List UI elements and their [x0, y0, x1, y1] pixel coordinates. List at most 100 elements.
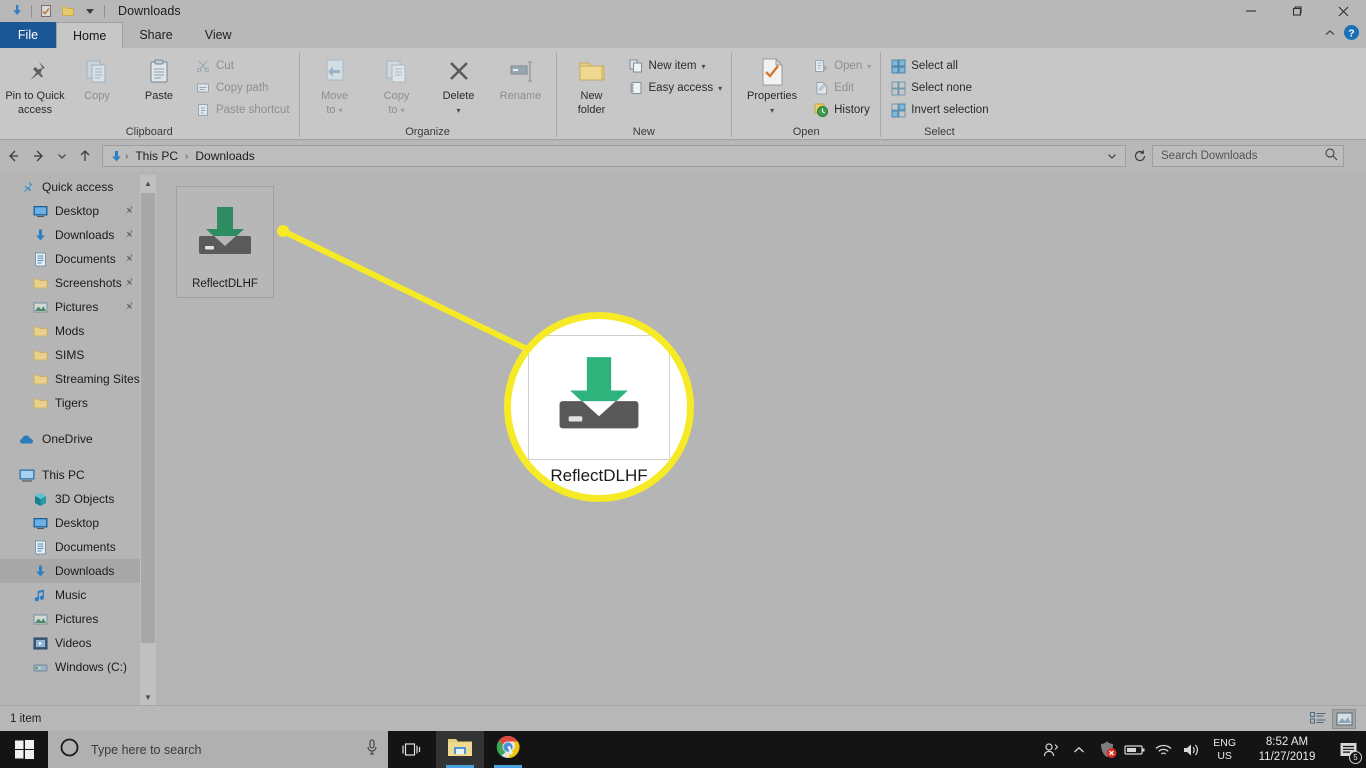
copy-to-button[interactable]: Copy to ▾ — [366, 52, 428, 117]
clock[interactable]: 8:52 AM 11/27/2019 — [1244, 735, 1330, 765]
recent-locations-button[interactable] — [52, 143, 72, 169]
volume-icon[interactable] — [1177, 731, 1205, 768]
copy-to-icon — [382, 56, 412, 88]
pin-icon[interactable] — [123, 300, 134, 314]
chevron-up-icon[interactable] — [1323, 26, 1337, 45]
move-to-icon — [320, 56, 350, 88]
open-button[interactable]: Open ▾ — [808, 55, 876, 77]
navigation-scrollbar[interactable]: ▲ ▼ — [140, 175, 156, 705]
scroll-down-arrow[interactable]: ▼ — [140, 689, 156, 705]
paste-shortcut-button[interactable]: Paste shortcut — [190, 99, 295, 121]
large-icons-view-button[interactable] — [1332, 708, 1356, 729]
people-icon[interactable] — [1037, 731, 1065, 768]
language-line-1: ENG — [1213, 736, 1236, 749]
sidebar-item-streaming-sites[interactable]: Streaming Sites — [0, 367, 140, 391]
qat-customize-chevron-icon[interactable] — [79, 1, 101, 21]
forward-button[interactable] — [26, 143, 52, 169]
wifi-icon[interactable] — [1149, 731, 1177, 768]
search-icon[interactable] — [1324, 147, 1338, 166]
sidebar-item-pictures[interactable]: Pictures — [0, 295, 140, 319]
sidebar-item-pictures[interactable]: Pictures — [0, 607, 140, 631]
minimize-button[interactable] — [1228, 0, 1274, 22]
task-view-icon[interactable] — [388, 731, 436, 768]
delete-button[interactable]: Delete ▾ — [428, 52, 490, 117]
new-folder-button[interactable]: New folder — [561, 52, 623, 116]
tray-overflow-chevron-up-icon[interactable] — [1065, 731, 1093, 768]
select-none-button[interactable]: Select none — [885, 77, 993, 99]
cortana-circle-icon[interactable] — [60, 738, 79, 762]
tab-view[interactable]: View — [189, 22, 248, 48]
taskbar-search-box[interactable]: Type here to search — [48, 731, 388, 768]
antivirus-alert-icon[interactable] — [1093, 731, 1121, 768]
up-button[interactable] — [72, 143, 98, 169]
sidebar-item-desktop[interactable]: Desktop — [0, 199, 140, 223]
pin-to-quick-access-button[interactable]: Pin to Quick access — [4, 52, 66, 116]
file-list-pane[interactable]: ReflectDLHF — [157, 175, 1366, 705]
sidebar-item-documents[interactable]: Documents — [0, 535, 140, 559]
qat-new-folder-icon[interactable] — [57, 1, 79, 21]
back-button[interactable] — [0, 143, 26, 169]
move-to-button[interactable]: Move to ▾ — [304, 52, 366, 117]
qat-downloads-icon[interactable] — [6, 1, 28, 21]
rename-button[interactable]: Rename — [490, 52, 552, 102]
sidebar-item-onedrive[interactable]: OneDrive — [0, 427, 140, 451]
start-button[interactable] — [0, 731, 48, 768]
pin-icon — [20, 56, 50, 88]
breadcrumb-this-pc[interactable]: This PC — [129, 149, 184, 163]
help-icon[interactable]: ? — [1343, 24, 1360, 46]
delete-label: Delete — [442, 90, 475, 102]
breadcrumb-downloads[interactable]: Downloads — [189, 149, 260, 163]
sidebar-item-mods[interactable]: Mods — [0, 319, 140, 343]
sidebar-item-videos[interactable]: Videos — [0, 631, 140, 655]
copy-path-button[interactable]: Copy path — [190, 77, 295, 99]
tab-home[interactable]: Home — [56, 22, 124, 48]
pin-icon[interactable] — [123, 252, 134, 266]
address-dropdown-button[interactable] — [1101, 150, 1123, 162]
battery-icon[interactable] — [1121, 731, 1149, 768]
sidebar-item-quick-access[interactable]: Quick access — [0, 175, 140, 199]
sidebar-item-screenshots[interactable]: Screenshots — [0, 271, 140, 295]
new-item-button[interactable]: New item ▾ — [623, 55, 728, 77]
sidebar-item-documents[interactable]: Documents — [0, 247, 140, 271]
tab-file[interactable]: File — [0, 22, 56, 48]
tab-share[interactable]: Share — [123, 22, 188, 48]
pin-icon[interactable] — [123, 276, 134, 290]
scrollbar-thumb[interactable] — [141, 193, 155, 643]
cut-button[interactable]: Cut — [190, 55, 295, 77]
qat-properties-icon[interactable] — [35, 1, 57, 21]
search-input[interactable]: Search Downloads — [1152, 145, 1344, 167]
paste-shortcut-icon — [195, 102, 211, 118]
refresh-button[interactable] — [1128, 149, 1152, 163]
sidebar-item-downloads[interactable]: Downloads — [0, 223, 140, 247]
taskbar-app-file-explorer[interactable] — [436, 731, 484, 768]
address-path-box[interactable]: › This PC › Downloads — [102, 145, 1126, 167]
sidebar-item-desktop[interactable]: Desktop — [0, 511, 140, 535]
details-view-button[interactable] — [1306, 709, 1330, 729]
sidebar-item-tigers[interactable]: Tigers — [0, 391, 140, 415]
taskbar-app-chrome[interactable] — [484, 731, 532, 768]
sidebar-item-windows-c[interactable]: Windows (C:) — [0, 655, 140, 679]
action-center-icon[interactable]: 5 — [1330, 731, 1366, 768]
pin-icon[interactable] — [123, 228, 134, 242]
sidebar-item-this-pc[interactable]: This PC — [0, 463, 140, 487]
sidebar-item-3d-objects[interactable]: 3D Objects — [0, 487, 140, 511]
properties-button[interactable]: Properties ▾ — [736, 52, 808, 117]
sidebar-item-music[interactable]: Music — [0, 583, 140, 607]
scroll-up-arrow[interactable]: ▲ — [140, 175, 156, 191]
maximize-button[interactable] — [1274, 0, 1320, 22]
history-button[interactable]: History — [808, 99, 876, 121]
pin-icon[interactable] — [123, 204, 134, 218]
close-button[interactable] — [1320, 0, 1366, 22]
edit-button[interactable]: Edit — [808, 77, 876, 99]
copy-button[interactable]: Copy — [66, 52, 128, 102]
invert-selection-button[interactable]: Invert selection — [885, 99, 993, 121]
paste-button[interactable]: Paste — [128, 52, 190, 102]
file-item-reflectdlhf[interactable]: ReflectDLHF — [176, 186, 274, 298]
select-all-button[interactable]: Select all — [885, 55, 993, 77]
sidebar-item-sims[interactable]: SIMS — [0, 343, 140, 367]
navigation-pane[interactable]: Quick access Desktop Downloads Documents Scr… — [0, 175, 140, 705]
language-indicator[interactable]: ENG US — [1205, 737, 1244, 763]
sidebar-item-downloads[interactable]: Downloads — [0, 559, 140, 583]
easy-access-button[interactable]: Easy access ▾ — [623, 77, 728, 99]
microphone-icon[interactable] — [364, 738, 380, 761]
